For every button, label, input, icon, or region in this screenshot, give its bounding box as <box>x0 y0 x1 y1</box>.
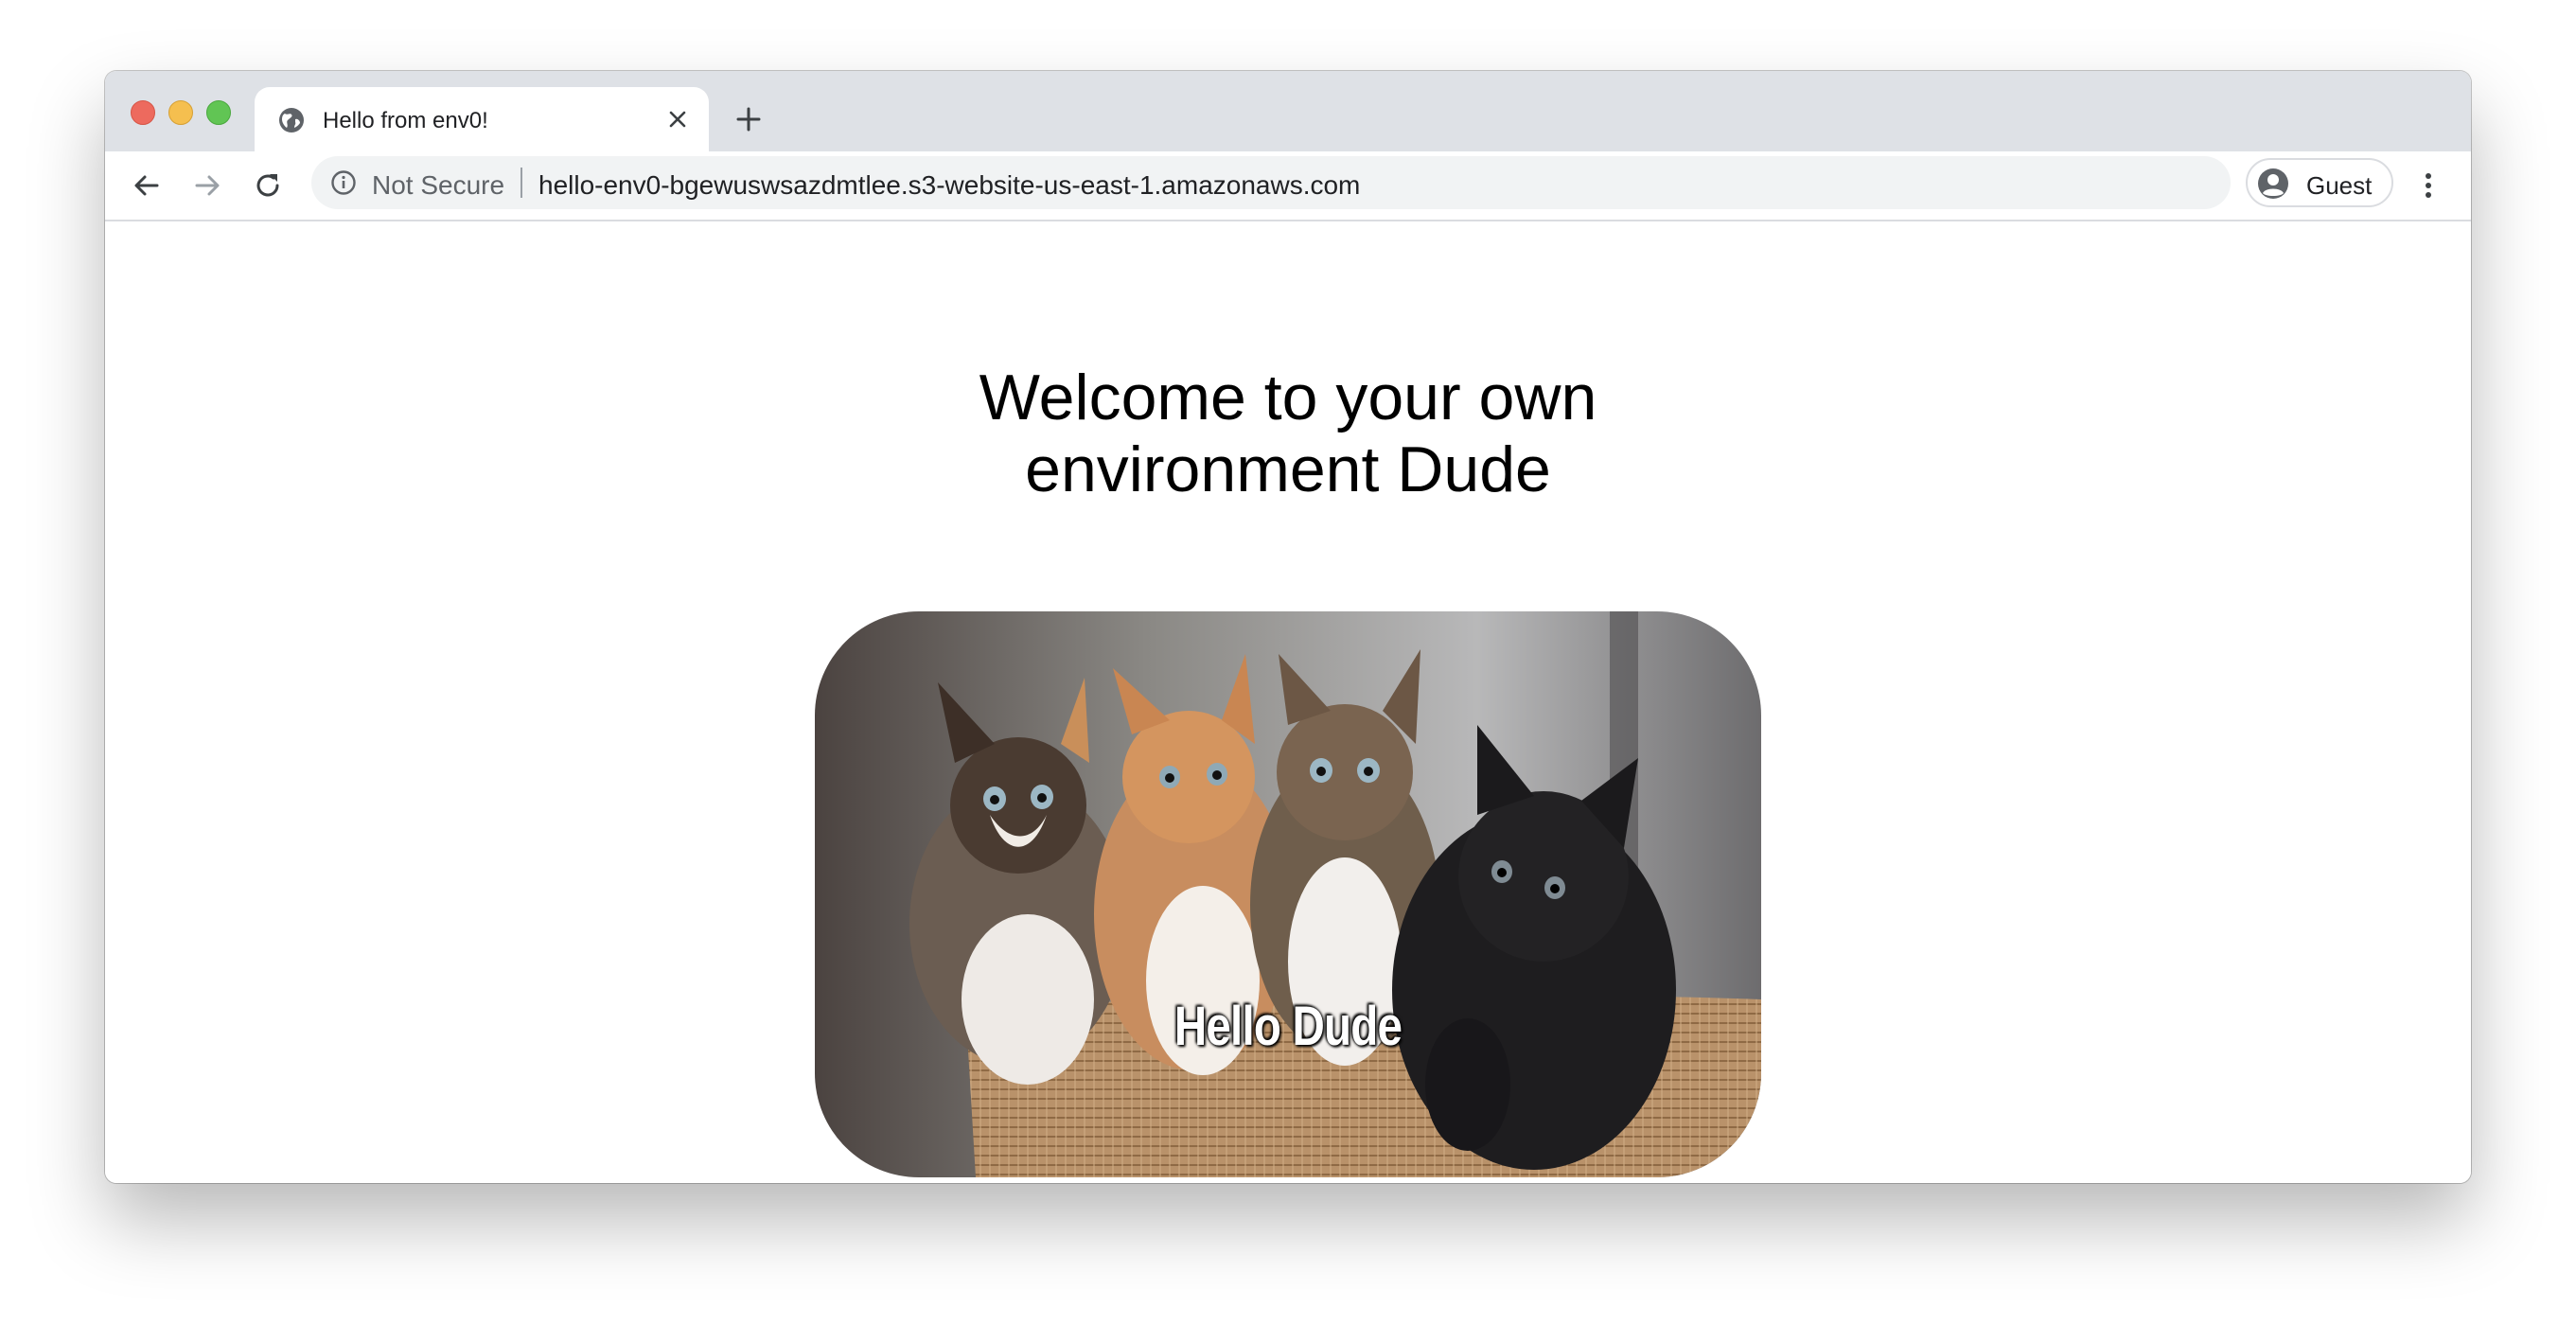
address-bar[interactable]: Not Secure hello-env0-bgewuswsazdmtlee.s… <box>311 156 2231 209</box>
page-viewport: Welcome to your own environment Dude Hel… <box>105 221 2471 1183</box>
window-minimize-button[interactable] <box>168 100 193 125</box>
tab-title: Hello from env0! <box>323 108 488 133</box>
window-maximize-button[interactable] <box>206 100 231 125</box>
image-caption: Hello Dude <box>1173 996 1403 1057</box>
avatar-icon <box>2257 168 2289 200</box>
tab-strip: Hello from env0! <box>105 71 2471 151</box>
reload-icon[interactable] <box>249 167 287 204</box>
page-heading: Welcome to your own environment Dude <box>979 362 1597 505</box>
globe-icon <box>277 106 306 134</box>
forward-arrow-icon[interactable] <box>188 167 226 204</box>
new-tab-icon[interactable] <box>732 102 766 136</box>
security-status[interactable]: Not Secure <box>372 170 504 201</box>
address-divider <box>520 168 522 198</box>
profile-button[interactable]: Guest <box>2246 158 2393 207</box>
back-arrow-icon[interactable] <box>128 167 166 204</box>
browser-window: Hello from env0! Not Secure hello-env0-b… <box>105 71 2471 1183</box>
browser-tab[interactable]: Hello from env0! <box>255 87 709 151</box>
kittens-image: Hello Dude <box>815 611 1761 1177</box>
url-text[interactable]: hello-env0-bgewuswsazdmtlee.s3-website-u… <box>538 170 1360 201</box>
info-icon[interactable] <box>330 169 357 196</box>
window-close-button[interactable] <box>131 100 155 125</box>
more-menu-icon[interactable] <box>2419 165 2438 206</box>
tab-close-icon[interactable] <box>663 105 692 133</box>
browser-toolbar: Not Secure hello-env0-bgewuswsazdmtlee.s… <box>105 151 2471 221</box>
profile-label: Guest <box>2306 171 2373 200</box>
